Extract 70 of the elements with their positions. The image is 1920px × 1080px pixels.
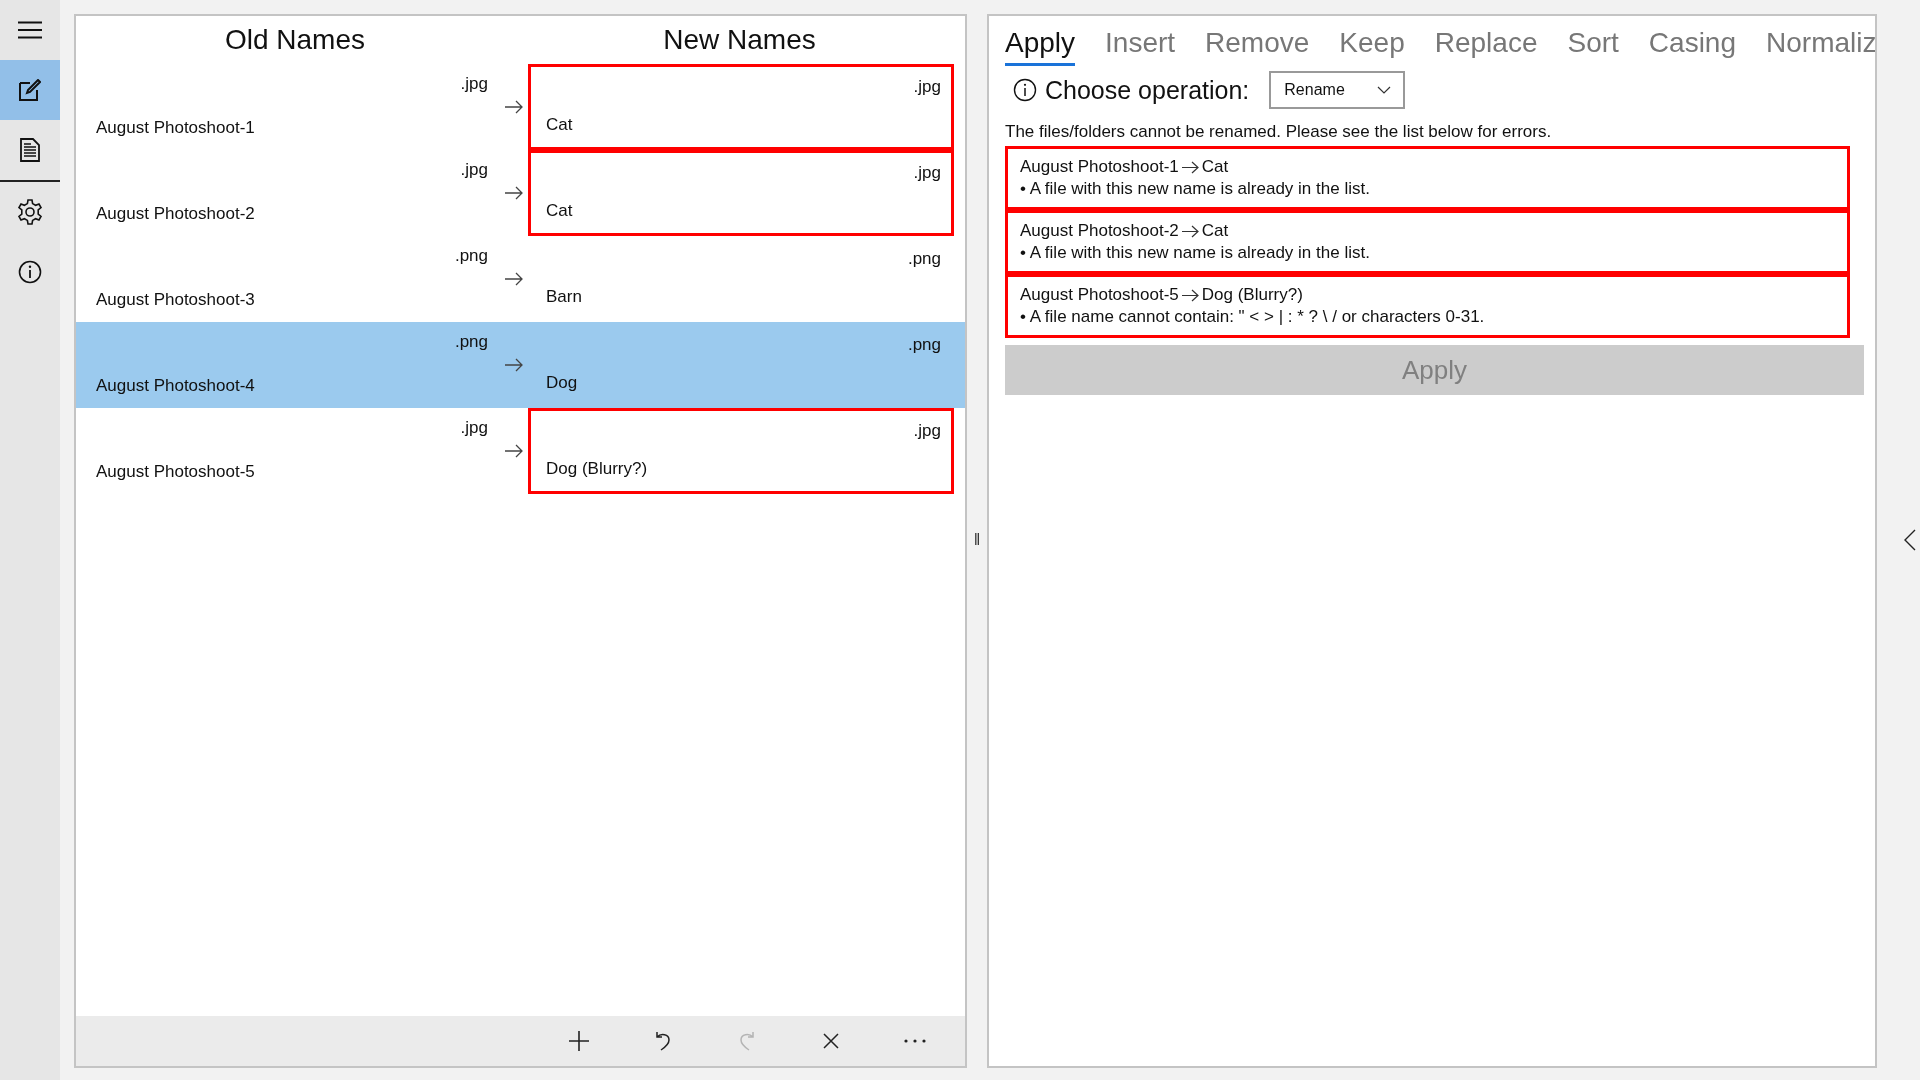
file-extension: .jpg <box>913 163 941 183</box>
old-name: August Photoshoot-2 <box>1020 221 1179 241</box>
new-name-field[interactable]: .jpg Dog (Blurry?) <box>528 408 954 494</box>
old-name: August Photoshoot-2 <box>96 204 256 224</box>
new-name: Cat <box>1201 221 1229 241</box>
file-extension: .jpg <box>913 77 941 97</box>
settings-icon <box>17 199 43 225</box>
old-name: August Photoshoot-1 <box>1020 157 1179 177</box>
file-row[interactable]: .jpg August Photoshoot-5 .jpg Dog (Blurry?) <box>76 408 965 494</box>
error-reason: • A file with this new name is already in the list. <box>1020 179 1371 199</box>
info-icon[interactable] <box>1013 78 1037 102</box>
file-extension: .jpg <box>460 160 488 180</box>
document-icon <box>20 138 40 162</box>
sidebar-item[interactable] <box>0 60 60 120</box>
arrow-icon <box>1181 160 1199 174</box>
file-extension: .jpg <box>460 418 488 438</box>
column-heading: New Names <box>662 24 817 56</box>
new-name: Dog (Blurry?) <box>1201 285 1303 305</box>
error-reason: • A file with this new name is already in the list. <box>1020 243 1371 263</box>
file-extension: .png <box>907 335 941 355</box>
file-extension: .png <box>454 246 488 266</box>
file-row[interactable]: .jpg August Photoshoot-1 .jpg Cat <box>76 64 965 150</box>
menu-icon <box>18 21 42 39</box>
tab[interactable]: Remove <box>1205 27 1310 66</box>
new-name: Cat <box>1201 157 1229 177</box>
edit-icon <box>19 79 41 101</box>
new-name: Cat <box>546 201 574 221</box>
tab[interactable]: Sort <box>1567 27 1619 66</box>
file-extension: .png <box>907 249 941 269</box>
old-name: August Photoshoot-1 <box>96 118 256 138</box>
info-icon <box>18 260 42 284</box>
new-name-field[interactable]: .jpg Cat <box>528 64 954 150</box>
tab[interactable]: Apply <box>1005 27 1076 66</box>
operation-label: Choose operation: <box>1045 75 1250 105</box>
new-name: Dog (Blurry?) <box>546 459 649 479</box>
file-extension: .jpg <box>913 421 941 441</box>
old-name: August Photoshoot-3 <box>96 290 256 310</box>
file-row[interactable]: .png August Photoshoot-3 .png Barn <box>76 236 965 322</box>
new-name-field[interactable]: .jpg Cat <box>528 150 954 236</box>
new-name: Cat <box>546 115 574 135</box>
arrow-icon <box>505 100 523 114</box>
new-name: Barn <box>546 287 583 307</box>
arrow-icon <box>505 358 523 372</box>
tab[interactable]: Keep <box>1339 27 1405 66</box>
tab[interactable]: Replace <box>1434 27 1538 66</box>
old-name: August Photoshoot-4 <box>96 376 256 396</box>
file-extension: .png <box>454 332 488 352</box>
new-name-field[interactable]: .png Barn <box>528 236 954 322</box>
arrow-icon <box>1181 224 1199 238</box>
tab[interactable]: Casing <box>1648 27 1736 66</box>
arrow-icon <box>505 272 523 286</box>
tab[interactable]: Normaliz <box>1766 27 1875 66</box>
error-message: The files/folders cannot be renamed. Please see the list below for errors. <box>1005 122 1553 143</box>
operation-dropdown[interactable]: Rename <box>1269 71 1406 109</box>
column-heading: Old Names <box>223 24 366 56</box>
file-row[interactable]: .png August Photoshoot-4 .png Dog <box>76 322 965 408</box>
old-name: August Photoshoot-5 <box>1020 285 1179 305</box>
error-reason: • A file name cannot contain: " < > | : * ? \ / or characters 0-31. <box>1020 307 1486 327</box>
splitter-handle[interactable]: ‖ <box>967 0 987 1080</box>
arrow-icon <box>505 186 523 200</box>
arrow-icon <box>1181 288 1199 302</box>
new-name: Dog <box>546 373 579 393</box>
chevron-left-icon[interactable] <box>1904 529 1916 551</box>
chevron-down-icon <box>1377 86 1392 94</box>
tab[interactable]: Insert <box>1105 27 1176 66</box>
file-extension: .jpg <box>460 74 488 94</box>
new-name-field[interactable]: .png Dog <box>528 322 954 408</box>
file-row[interactable]: .jpg August Photoshoot-2 .jpg Cat <box>76 150 965 236</box>
arrow-icon <box>505 444 523 458</box>
old-name: August Photoshoot-5 <box>96 462 256 482</box>
